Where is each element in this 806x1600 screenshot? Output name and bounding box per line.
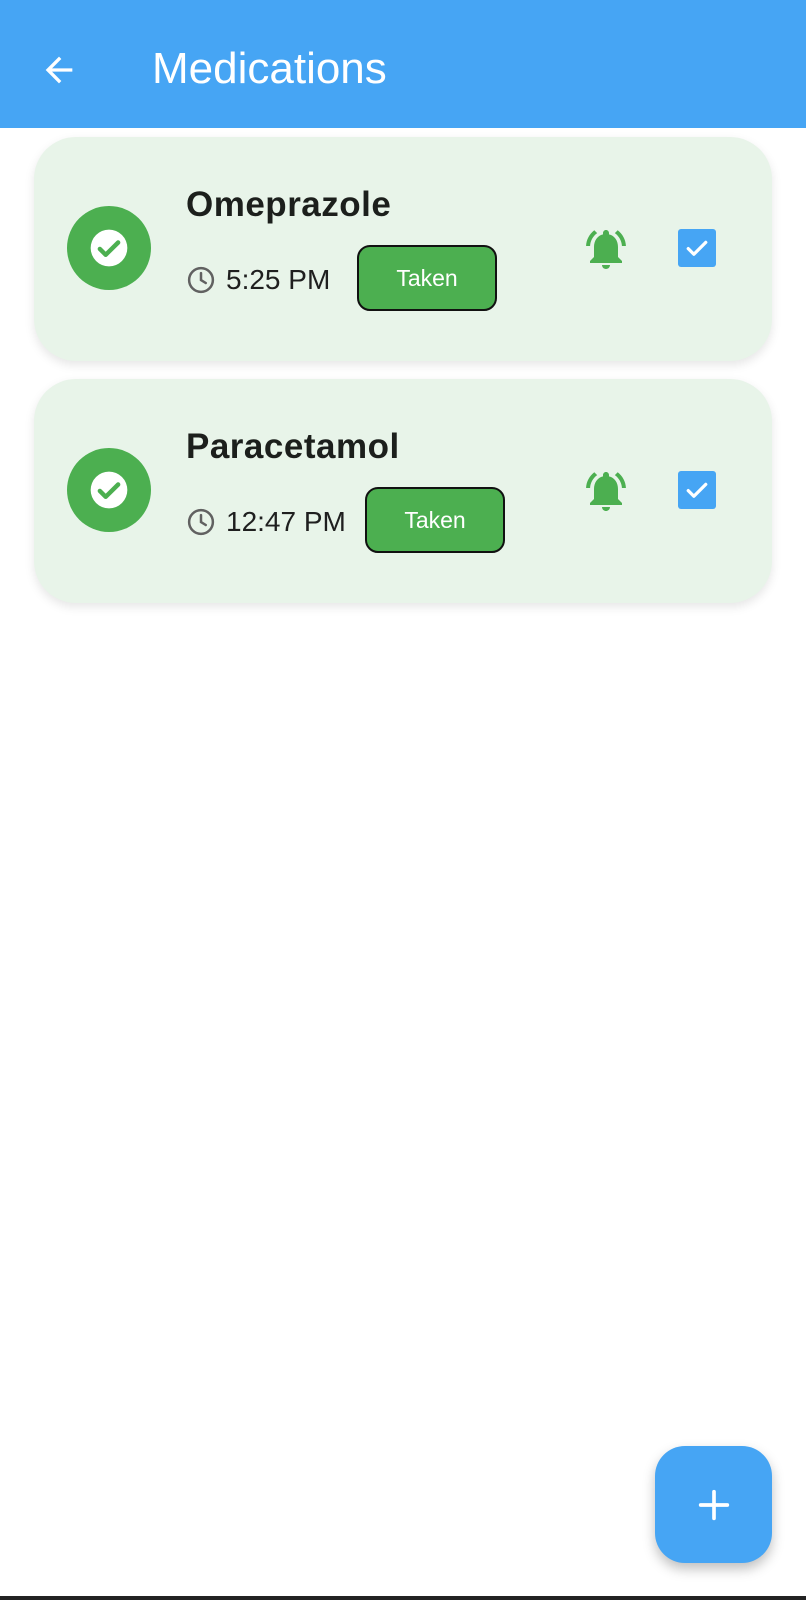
medication-card[interactable]: Omeprazole 5:25 PM Taken: [34, 137, 772, 361]
taken-button[interactable]: Taken: [357, 245, 497, 311]
clock-icon: [187, 266, 215, 294]
app-bar: Medications: [0, 0, 806, 128]
medication-time-row: 12:47 PM: [186, 504, 346, 540]
taken-checkbox[interactable]: [678, 229, 716, 267]
medication-time: 12:47 PM: [226, 506, 346, 537]
clock-icon: [187, 508, 215, 536]
check-icon: [686, 482, 708, 498]
medication-name: Paracetamol: [186, 427, 400, 466]
medication-time: 5:25 PM: [226, 264, 331, 295]
medication-card[interactable]: Paracetamol 12:47 PM Taken: [34, 379, 772, 603]
back-button[interactable]: [30, 41, 88, 99]
medication-time-row: 5:25 PM: [186, 262, 330, 298]
alarm-bell-icon[interactable]: [582, 225, 630, 273]
plus-icon: [698, 1489, 729, 1520]
alarm-bell-icon[interactable]: [582, 467, 630, 515]
status-check-icon: [67, 206, 151, 290]
taken-button[interactable]: Taken: [365, 487, 505, 553]
status-check-icon: [67, 448, 151, 532]
page-title: Medications: [152, 44, 387, 93]
medication-name: Omeprazole: [186, 185, 392, 224]
check-icon: [686, 240, 708, 256]
arrow-left-icon: [45, 56, 73, 84]
taken-checkbox[interactable]: [678, 471, 716, 509]
bottom-divider: [0, 1596, 806, 1600]
add-medication-button[interactable]: [655, 1446, 772, 1563]
